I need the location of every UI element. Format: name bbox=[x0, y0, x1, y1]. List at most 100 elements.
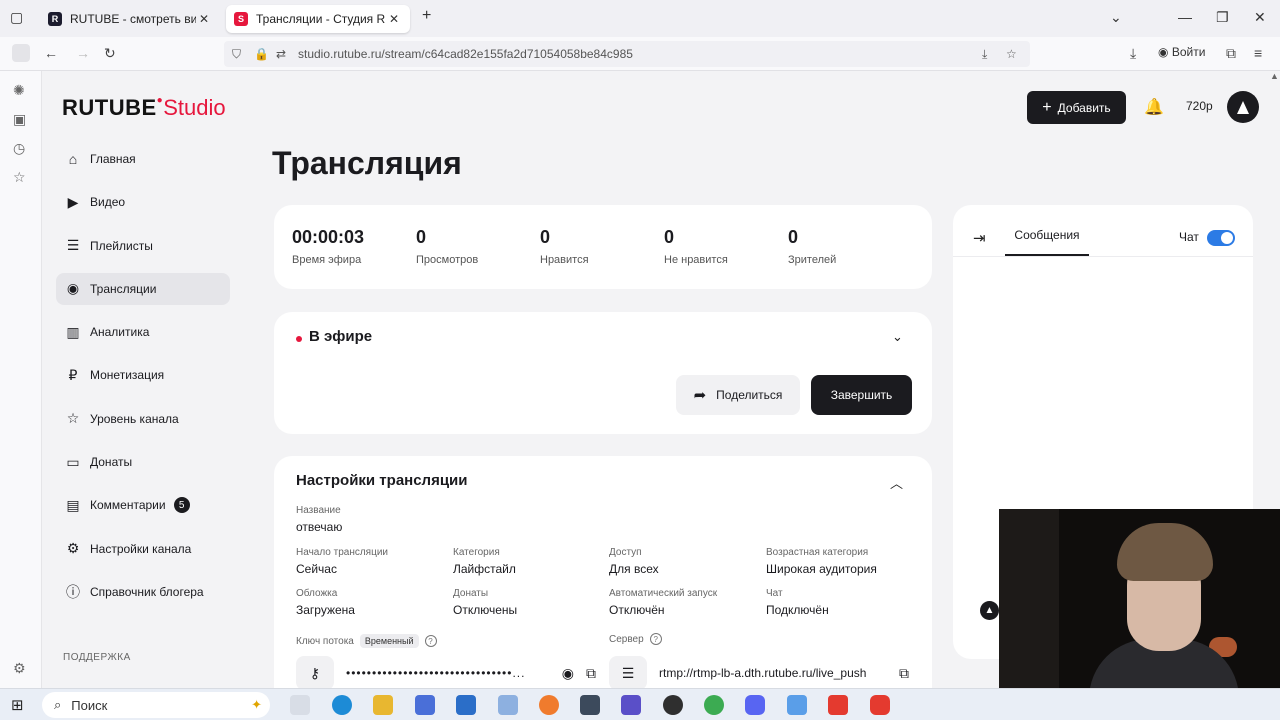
broadcast-icon: ◉ bbox=[66, 280, 80, 297]
eye-icon[interactable]: ◉ bbox=[562, 665, 574, 682]
notifications-bell-icon[interactable]: 🔔 bbox=[1144, 97, 1164, 117]
tab-overflow-icon[interactable]: ⌄ bbox=[1110, 9, 1122, 26]
downloads-icon[interactable]: ⤓ bbox=[1130, 45, 1136, 62]
stat-label: Не нравится bbox=[664, 254, 728, 266]
gear-icon: ⚙ bbox=[66, 540, 80, 557]
menu-icon[interactable]: ≡ bbox=[1254, 45, 1262, 61]
sidebar-item-donations[interactable]: ▭ Донаты bbox=[56, 446, 230, 478]
field-chat: Чат Подключён bbox=[766, 588, 829, 617]
close-tab-icon[interactable]: ✕ bbox=[386, 12, 402, 26]
chrome-icon[interactable] bbox=[704, 695, 724, 715]
app-icon[interactable] bbox=[621, 695, 641, 715]
key-icon: ⚷ bbox=[296, 656, 334, 688]
add-button-label: Добавить bbox=[1057, 100, 1111, 115]
copy-icon[interactable]: ⧉ bbox=[899, 665, 909, 682]
app-icon[interactable] bbox=[787, 695, 807, 715]
task-view-icon[interactable] bbox=[290, 695, 310, 715]
bookmark-star-icon[interactable]: ☆ bbox=[1006, 41, 1017, 67]
chat-toggle[interactable] bbox=[1207, 230, 1235, 246]
rutube-studio-logo[interactable]: RUTUBE●Studio bbox=[62, 95, 226, 121]
collapse-panel-icon[interactable]: ⇥ bbox=[973, 229, 986, 247]
firefox-icon[interactable] bbox=[539, 695, 559, 715]
stat-viewers: 0 Зрителей bbox=[788, 227, 836, 266]
back-icon[interactable]: ← bbox=[44, 45, 58, 61]
close-tab-icon[interactable]: ✕ bbox=[196, 12, 212, 26]
yandex-browser-icon[interactable] bbox=[870, 695, 890, 715]
app-icon[interactable] bbox=[498, 695, 518, 715]
store-icon[interactable] bbox=[415, 695, 435, 715]
sidebar-item-label: Настройки канала bbox=[90, 541, 192, 556]
field-key: Донаты bbox=[453, 588, 489, 599]
sidebar-item-channel-settings[interactable]: ⚙ Настройки канала bbox=[56, 533, 230, 565]
vscode-icon[interactable] bbox=[456, 695, 476, 715]
windows-start-icon[interactable]: ⊞ bbox=[11, 696, 24, 714]
app-icon[interactable] bbox=[580, 695, 600, 715]
close-window-icon[interactable]: ✕ bbox=[1254, 9, 1266, 26]
tab-list-icon[interactable]: ▢ bbox=[10, 9, 23, 26]
minimize-icon[interactable]: — bbox=[1178, 9, 1192, 25]
extensions-icon[interactable]: ⧉ bbox=[1226, 45, 1236, 62]
shield-icon[interactable]: ⛉ bbox=[232, 41, 241, 67]
ai-chat-icon[interactable]: ✺ bbox=[13, 82, 25, 99]
finish-stream-button[interactable]: Завершить bbox=[811, 375, 912, 415]
install-icon[interactable]: ⤓ bbox=[982, 41, 987, 67]
field-donations: Донаты Отключены bbox=[453, 588, 517, 617]
sidebar-item-playlists[interactable]: ☰ Плейлисты bbox=[56, 230, 230, 262]
sign-in-button[interactable]: ◉ Войти bbox=[1158, 45, 1205, 59]
add-button[interactable]: + Добавить bbox=[1027, 91, 1126, 124]
copy-icon[interactable]: ⧉ bbox=[586, 665, 596, 682]
help-icon[interactable]: ? bbox=[424, 635, 437, 647]
sidebar-toggle-icon[interactable] bbox=[12, 44, 30, 62]
sidebar-item-channel-level[interactable]: ☆ Уровень канала bbox=[56, 403, 230, 435]
help-icon[interactable]: ? bbox=[649, 633, 662, 645]
stat-label: Нравится bbox=[540, 254, 589, 266]
browser-tab-bar: ▢ R RUTUBE - смотреть видео онл ✕ S Тран… bbox=[0, 0, 1280, 37]
logo-brand: RUTUBE bbox=[62, 95, 157, 120]
tab-messages[interactable]: Сообщения bbox=[1005, 228, 1089, 256]
sidebar-item-label: Трансляции bbox=[90, 281, 157, 296]
sidebar-item-label: Справочник блогера bbox=[90, 584, 204, 599]
discord-icon[interactable] bbox=[745, 695, 765, 715]
info-icon: ⓘ bbox=[66, 583, 80, 600]
sidebar-item-broadcasts[interactable]: ◉ Трансляции bbox=[56, 272, 230, 305]
yandex-icon[interactable] bbox=[828, 695, 848, 715]
address-bar[interactable]: ⛉ 🔒 ⇄ studio.rutube.ru/stream/c64cad82e1… bbox=[224, 41, 1030, 67]
synced-tabs-icon[interactable]: ▣ bbox=[13, 111, 26, 128]
field-cover: Обложка Загружена bbox=[296, 588, 355, 617]
field-key: Категория bbox=[453, 547, 500, 558]
sidebar-item-analytics[interactable]: ▥ Аналитика bbox=[56, 316, 230, 348]
share-button[interactable]: ➦ Поделиться bbox=[676, 375, 800, 415]
bookmarks-icon[interactable]: ☆ bbox=[13, 169, 26, 186]
file-explorer-icon[interactable] bbox=[373, 695, 393, 715]
browser-tab-rutube[interactable]: R RUTUBE - смотреть видео онл ✕ bbox=[40, 5, 220, 33]
forward-icon[interactable]: → bbox=[76, 45, 90, 61]
chevron-down-icon[interactable]: ⌄ bbox=[892, 329, 903, 345]
page-settings-icon[interactable]: ⇄ bbox=[276, 41, 286, 67]
reload-icon[interactable]: ↻ bbox=[104, 45, 116, 62]
field-key: Автоматический запуск bbox=[609, 588, 718, 599]
stat-label: Время эфира bbox=[292, 254, 362, 266]
chevron-up-icon[interactable]: ︿ bbox=[890, 473, 903, 492]
sidebar-item-video[interactable]: ▶ Видео bbox=[56, 186, 230, 218]
plus-icon: + bbox=[1042, 98, 1052, 116]
sidebar-item-monetization[interactable]: ₽ Монетизация bbox=[56, 359, 230, 391]
rutube-logo-icon: ▲ bbox=[980, 601, 999, 620]
edge-icon[interactable] bbox=[332, 695, 352, 715]
browser-tab-studio[interactable]: S Трансляции - Студия RUTUBE ✕ bbox=[226, 5, 410, 33]
sidebar-item-blogger-guide[interactable]: ⓘ Справочник блогера bbox=[56, 576, 230, 608]
quality-indicator[interactable]: 720p bbox=[1186, 99, 1213, 113]
server-label: Сервер bbox=[609, 633, 644, 645]
sidebar-item-home[interactable]: ⌂ Главная bbox=[56, 143, 230, 175]
new-tab-icon[interactable]: + bbox=[422, 7, 431, 25]
scroll-up-arrow-icon[interactable]: ▲ bbox=[1270, 71, 1279, 81]
page-title: Трансляция bbox=[272, 145, 462, 181]
star-icon: ☆ bbox=[66, 410, 80, 427]
customize-gear-icon[interactable]: ⚙ bbox=[13, 660, 26, 677]
restore-icon[interactable]: ❐ bbox=[1216, 9, 1229, 26]
sidebar-item-comments[interactable]: ▤ Комментарии 5 bbox=[56, 489, 230, 521]
history-icon[interactable]: ◷ bbox=[13, 140, 25, 157]
taskbar-search[interactable]: ⌕ Поиск ✦ bbox=[42, 692, 270, 718]
obs-icon[interactable] bbox=[663, 695, 683, 715]
avatar[interactable] bbox=[1227, 91, 1259, 123]
lock-icon[interactable]: 🔒 bbox=[254, 41, 269, 67]
